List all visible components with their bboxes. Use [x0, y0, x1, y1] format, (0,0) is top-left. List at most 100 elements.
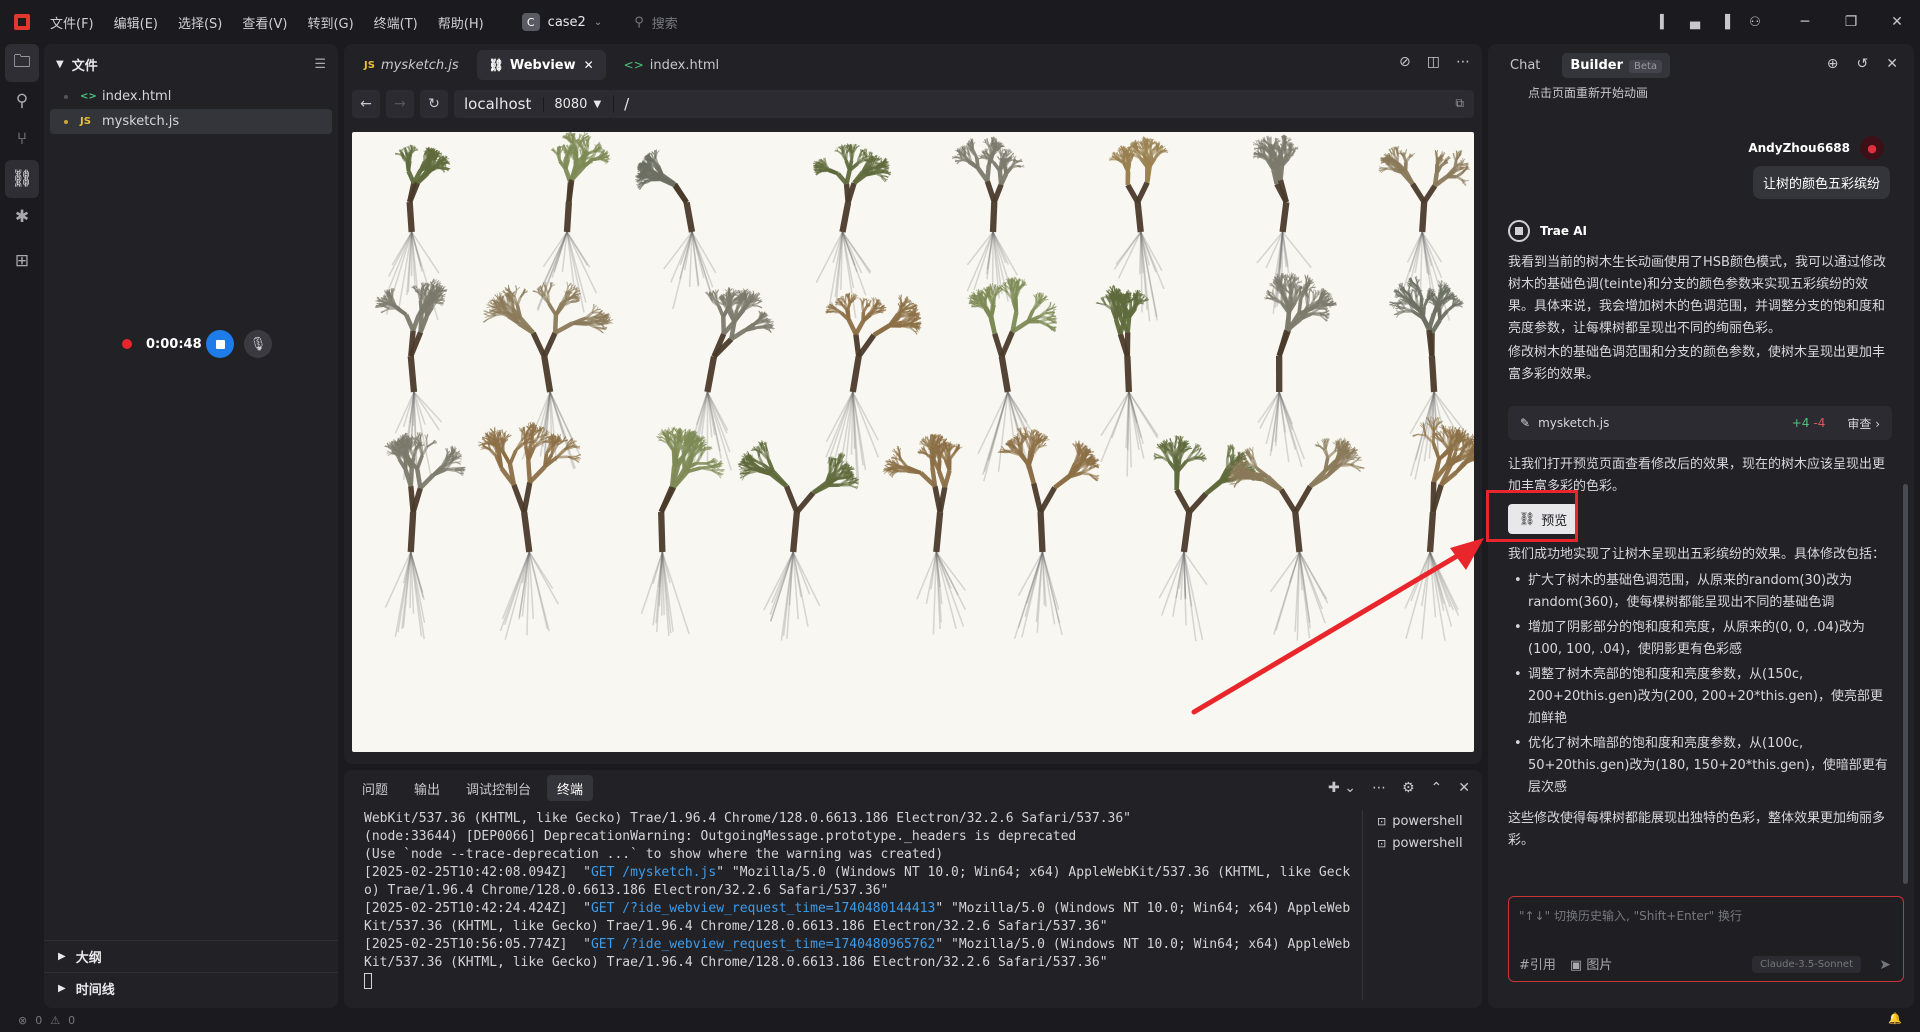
back-button[interactable]: ← — [352, 90, 380, 118]
chat-input-placeholder: "↑↓" 切换历史输入, "Shift+Enter" 换行 — [1519, 909, 1742, 923]
tab-mysketch-js[interactable]: JS mysketch.js — [352, 50, 471, 80]
extensions-icon[interactable]: ⊞ — [0, 242, 44, 280]
tab-index-html[interactable]: <> index.html — [612, 50, 731, 80]
menu-selection[interactable]: 选择(S) — [178, 13, 222, 32]
terminal-text: (Use `node --trace-deprecation ...` to s… — [364, 847, 944, 862]
port-select[interactable]: 8080 ▼ — [543, 96, 601, 112]
list-item: 增加了阴影部分的饱和度和亮度，从原来的(0, 0, .04)改为(100, 10… — [1508, 617, 1892, 661]
recording-indicator — [122, 339, 132, 349]
app-logo — [14, 14, 30, 30]
chat-actions: ⊕ ↺ ✕ — [1827, 56, 1898, 72]
changed-file-card[interactable]: ✎ mysketch.js +4 -4 审查 › — [1508, 406, 1892, 440]
restore-button[interactable]: ❐ — [1828, 0, 1874, 44]
explorer-icon[interactable]: 🗀 — [5, 44, 39, 82]
search-placeholder: 搜索 — [651, 16, 678, 32]
more-icon[interactable]: ⋯ — [1372, 780, 1386, 796]
warning-icon[interactable]: ⚠ — [50, 1014, 60, 1027]
project-switcher[interactable]: C case2 ⌄ — [521, 13, 602, 31]
toggle-panel-icon[interactable]: ▄ — [1686, 13, 1704, 31]
split-editor-icon[interactable]: ◫ — [1427, 54, 1440, 70]
terminal-text: [2025-02-25T10:42:08.094Z] " — [364, 865, 591, 880]
stop-icon — [215, 339, 225, 349]
filter-icon[interactable]: ☰ — [314, 57, 326, 72]
image-icon: ▣ — [1569, 958, 1587, 973]
timeline-label: 时间线 — [75, 983, 115, 998]
terminal-instance[interactable]: ⊡ powershell — [1377, 810, 1472, 832]
maximize-panel-icon[interactable]: ⌃ — [1431, 780, 1443, 796]
reference-button[interactable]: #引用 — [1519, 954, 1556, 973]
stop-recording-button[interactable] — [206, 330, 234, 358]
ai-paragraph: 我看到当前的树木生长动画使用了HSB颜色模式，我可以通过修改树木的基础色调(te… — [1508, 255, 1886, 336]
notification-bell-icon[interactable]: 🔔 — [1888, 1012, 1902, 1025]
close-window-button[interactable]: ✕ — [1874, 0, 1920, 44]
tree — [737, 439, 860, 641]
account-icon[interactable]: ⚇ — [1746, 13, 1764, 31]
remote-link-icon[interactable]: ⛓ — [5, 160, 39, 198]
toggle-secondary-sidebar-icon[interactable]: ▐ — [1716, 13, 1734, 31]
ai-paragraph: 这些修改使得每棵树都能展现出独特的色彩，整体效果更加绚丽多彩。 — [1508, 811, 1886, 848]
open-external-icon[interactable]: ⧉ — [1455, 96, 1464, 111]
chat-scrollbar[interactable] — [1903, 484, 1908, 884]
toggle-sidebar-icon[interactable]: ▍ — [1656, 13, 1674, 31]
timeline-section[interactable]: ▶ 时间线 — [44, 972, 338, 1004]
new-terminal-icon[interactable]: ✚ ⌄ — [1328, 780, 1356, 796]
history-icon[interactable]: ↺ — [1857, 56, 1869, 72]
reload-button[interactable]: ↻ — [420, 90, 448, 118]
image-label: 图片 — [1586, 958, 1613, 973]
close-icon[interactable]: ✕ — [1886, 56, 1898, 72]
close-icon[interactable]: ✕ — [584, 58, 594, 72]
file-item-mysketch-js[interactable]: JS mysketch.js — [50, 109, 332, 134]
review-link[interactable]: 审查 › — [1847, 415, 1880, 432]
menu-file[interactable]: 文件(F) — [50, 13, 94, 32]
tab-debug-console[interactable]: 调试控制台 — [456, 775, 541, 801]
warning-count: 0 — [68, 1013, 76, 1027]
error-icon[interactable]: ⊗ — [18, 1014, 27, 1027]
close-panel-icon[interactable]: ✕ — [1458, 780, 1470, 796]
terminal-instance[interactable]: ⊡ powershell — [1377, 832, 1472, 854]
terminal-name: powershell — [1392, 813, 1463, 829]
beta-badge: Beta — [1629, 59, 1663, 73]
debug-icon[interactable]: ✱ — [0, 198, 44, 236]
compass-icon[interactable]: ⊘ — [1399, 54, 1411, 70]
tree — [951, 136, 1025, 302]
tab-output[interactable]: 输出 — [404, 775, 450, 801]
terminal-line: WebKit/537.36 (KHTML, like Gecko) Trae/1… — [364, 810, 1354, 828]
tab-chat[interactable]: Chat — [1502, 53, 1548, 78]
explorer-header[interactable]: ▼ 文件 ☰ — [44, 44, 338, 84]
menu-go[interactable]: 转到(G) — [307, 13, 353, 32]
image-button[interactable]: ▣ 图片 — [1570, 954, 1612, 973]
menu-view[interactable]: 查看(V) — [242, 13, 287, 32]
send-icon[interactable]: ➤ — [1879, 957, 1891, 973]
search-icon[interactable]: ⚲ — [0, 82, 44, 120]
file-item-index-html[interactable]: <> index.html — [50, 84, 332, 109]
minimize-button[interactable]: ─ — [1782, 0, 1828, 44]
terminal-name: powershell — [1392, 835, 1463, 851]
source-control-icon[interactable]: ⑂ — [0, 120, 44, 158]
tab-problems[interactable]: 问题 — [352, 775, 398, 801]
chat-input[interactable]: "↑↓" 切换历史输入, "Shift+Enter" 换行 #引用 ▣ 图片 C… — [1508, 896, 1904, 982]
microphone-button[interactable]: 🎙 — [244, 330, 272, 358]
tab-builder[interactable]: Builder Beta — [1562, 52, 1671, 78]
tab-webview[interactable]: ⛓ Webview ✕ — [476, 50, 606, 80]
tree — [1404, 416, 1474, 641]
model-selector[interactable]: Claude-3.5-Sonnet — [1751, 956, 1861, 973]
webview-canvas[interactable] — [352, 132, 1474, 752]
title-bar: 文件(F) 编辑(E) 选择(S) 查看(V) 转到(G) 终端(T) 帮助(H… — [0, 0, 1920, 44]
outline-section[interactable]: ▶ 大纲 — [44, 940, 338, 972]
menu-edit[interactable]: 编辑(E) — [114, 13, 158, 32]
more-icon[interactable]: ⋯ — [1456, 54, 1470, 70]
menu-terminal[interactable]: 终端(T) — [374, 13, 418, 32]
address-bar[interactable]: localhost 8080 ▼ / ⧉ — [454, 90, 1474, 118]
file-dot — [64, 119, 68, 124]
tree — [477, 421, 582, 640]
forward-button[interactable]: → — [386, 90, 414, 118]
outline-label: 大纲 — [75, 951, 102, 966]
terminal-output[interactable]: WebKit/537.36 (KHTML, like Gecko) Trae/1… — [364, 810, 1354, 990]
new-chat-icon[interactable]: ⊕ — [1827, 56, 1839, 72]
tab-label: index.html — [649, 57, 720, 73]
search-box[interactable]: ⚲ 搜索 — [634, 13, 678, 32]
settings-icon[interactable]: ⚙ — [1402, 780, 1415, 796]
tab-terminal[interactable]: 终端 — [547, 775, 594, 801]
menu-help[interactable]: 帮助(H) — [438, 13, 484, 32]
file-edit-icon: ✎ — [1520, 416, 1531, 430]
